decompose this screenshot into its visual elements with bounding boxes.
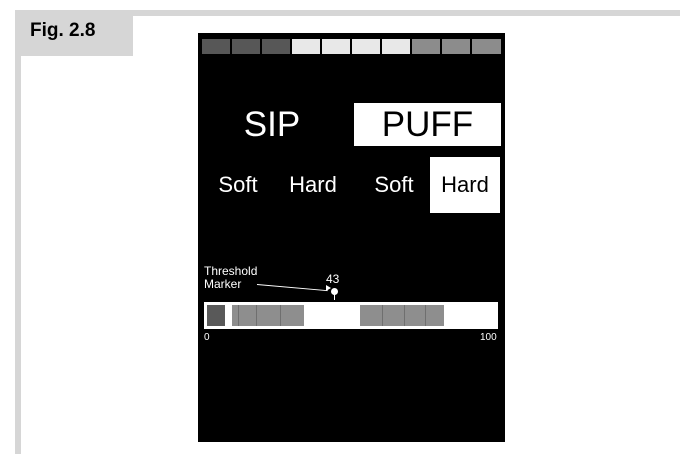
level-bar-divider [256, 305, 257, 326]
strength-option[interactable]: Soft [206, 157, 270, 213]
threshold-pointer-line [256, 284, 328, 292]
strength-option[interactable]: Hard [430, 157, 500, 213]
mode-puff-option[interactable]: PUFF [354, 103, 501, 146]
indicator-cell [382, 39, 410, 54]
pressure-level-bar [204, 302, 498, 329]
level-bar-divider [425, 305, 426, 326]
indicator-cell [412, 39, 440, 54]
indicator-cell [322, 39, 350, 54]
device-screen: SIP PUFF Soft Hard Soft Hard Threshold M… [198, 33, 505, 442]
indicator-cell [472, 39, 501, 54]
threshold-caption-line2: Marker [204, 277, 242, 291]
threshold-value: 43 [326, 272, 340, 286]
threshold-marker-stem [334, 294, 335, 300]
level-bar-segment-filled [360, 305, 444, 326]
figure-label: Fig. 2.8 [15, 10, 133, 56]
strength-option[interactable]: Soft [362, 157, 426, 213]
indicator-cell [292, 39, 320, 54]
figure-frame-left [15, 10, 21, 454]
level-bar-divider [280, 305, 281, 326]
indicator-cell [232, 39, 260, 54]
level-bar-divider [238, 305, 239, 326]
mode-sip-option[interactable]: SIP [212, 103, 332, 146]
strength-option[interactable]: Hard [280, 157, 346, 213]
indicator-cell [442, 39, 470, 54]
threshold-caption-line1: Threshold [204, 264, 258, 278]
level-bar-segment-filled [232, 305, 304, 326]
level-bar-min-label: 0 [204, 332, 210, 343]
level-bar-divider [382, 305, 383, 326]
level-bar-start-block [207, 305, 225, 326]
level-bar-divider [404, 305, 405, 326]
indicator-cell [262, 39, 290, 54]
level-bar-max-label: 100 [480, 332, 497, 343]
indicator-cell [352, 39, 380, 54]
indicator-cell [202, 39, 230, 54]
